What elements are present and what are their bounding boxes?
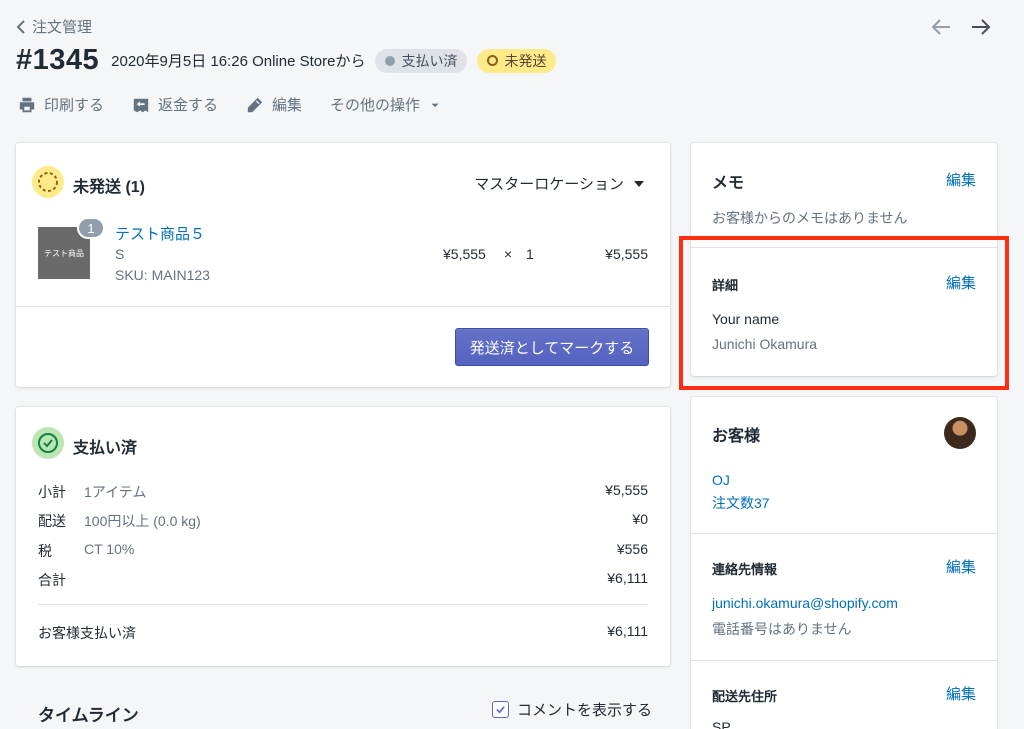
edit-button[interactable]: 編集 (246, 94, 302, 115)
summary-value: ¥6,111 (607, 570, 648, 586)
times-sign: × (504, 246, 513, 262)
payment-card: 支払い済 小計 1アイテム ¥5,555 配送 100円以上 (0.0 kg) … (16, 407, 670, 666)
summary-desc: 100円以上 (0.0 kg) (84, 513, 201, 529)
caret-down-icon (634, 180, 644, 187)
customer-name-link[interactable]: OJ (712, 472, 730, 488)
shipping-edit-link[interactable]: 編集 (946, 683, 976, 704)
line-total: ¥5,555 (605, 246, 648, 262)
contact-title: 連絡先情報 (712, 562, 778, 577)
location-select[interactable]: マスターロケーション (474, 173, 644, 194)
customer-card: お客様 OJ 注文数37 連絡先情報 編集 junichi.okamura@sh… (691, 397, 997, 729)
memo-title: メモ (712, 175, 745, 192)
summary-label: 配送 (38, 513, 66, 529)
more-actions-button[interactable]: その他の操作 (330, 94, 442, 115)
badge-label: 支払い済 (401, 52, 458, 69)
ring-icon (487, 55, 499, 66)
dot-icon (385, 55, 396, 66)
order-pagination (930, 16, 992, 38)
memo-edit-link[interactable]: 編集 (946, 169, 976, 190)
status-badge-unfulfilled: 未発送 (477, 48, 557, 73)
show-comments-label: コメントを表示する (517, 702, 653, 719)
divider (16, 306, 670, 307)
badge-label: 未発送 (504, 52, 547, 69)
product-variant: S (115, 246, 125, 262)
summary-label: 合計 (38, 572, 66, 588)
summary-value: ¥556 (616, 541, 648, 557)
divider (691, 660, 997, 661)
refund-button[interactable]: 返金する (132, 94, 218, 115)
pencil-icon (247, 97, 263, 112)
breadcrumb-label: 注文管理 (32, 19, 93, 36)
memo-empty-text: お客様からのメモはありません (712, 210, 908, 226)
thumbnail-text: テスト商品 (44, 248, 84, 258)
summary-desc: 1アイテム (84, 484, 147, 500)
payment-title: 支払い済 (73, 440, 138, 457)
customer-paid-label: お客様支払い済 (38, 625, 136, 641)
location-label: マスターロケーション (474, 176, 624, 193)
customer-title: お客様 (712, 428, 761, 445)
more-actions-label: その他の操作 (330, 97, 421, 114)
divider (691, 533, 997, 534)
arrow-left-icon[interactable] (930, 16, 952, 38)
order-title-row: #1345 2020年9月5日 16:26 Online Storeから 支払い… (16, 44, 557, 77)
print-label: 印刷する (44, 97, 105, 114)
breadcrumb[interactable]: 注文管理 (16, 16, 92, 37)
customer-orders-link[interactable]: 注文数37 (712, 493, 770, 513)
order-meta: 2020年9月5日 16:26 Online Storeから (111, 53, 366, 70)
customer-email-link[interactable]: junichi.okamura@shopify.com (712, 595, 898, 611)
printer-icon (19, 97, 35, 112)
contact-edit-link[interactable]: 編集 (946, 556, 976, 577)
line-quantity: 1 (526, 246, 534, 262)
order-number: #1345 (16, 44, 100, 76)
divider (38, 604, 648, 605)
summary-value: ¥5,555 (605, 482, 648, 498)
edit-label: 編集 (272, 97, 303, 114)
unfulfilled-title: 未発送 (1) (73, 179, 146, 196)
product-link[interactable]: テスト商品５ (115, 223, 205, 244)
chevron-left-icon (16, 19, 25, 34)
customer-paid-value: ¥6,111 (607, 623, 648, 639)
print-button[interactable]: 印刷する (18, 94, 104, 115)
quantity-badge: 1 (77, 217, 105, 239)
paid-status-icon (32, 427, 64, 459)
avatar[interactable] (944, 417, 976, 449)
timeline-title: タイムライン (38, 706, 139, 725)
mark-as-fulfilled-button[interactable]: 発送済としてマークする (455, 328, 649, 366)
shipping-title: 配送先住所 (712, 689, 778, 704)
unit-price: ¥5,555 (443, 246, 486, 262)
summary-value: ¥0 (632, 511, 648, 527)
status-badge-paid: 支払い済 (375, 48, 468, 73)
summary-desc: CT 10% (84, 541, 135, 557)
refund-icon (133, 98, 149, 112)
summary-label: 税 (38, 543, 52, 559)
unfulfilled-status-icon (32, 166, 64, 198)
product-sku: SKU: MAIN123 (115, 267, 210, 283)
arrow-right-icon[interactable] (970, 16, 992, 38)
shipping-address-line: SP (712, 719, 731, 729)
summary-label: 小計 (38, 484, 66, 500)
show-comments-checkbox[interactable]: コメントを表示する (492, 699, 652, 720)
customer-phone: 電話番号はありません (712, 621, 852, 637)
caret-down-icon (431, 103, 439, 107)
checkbox-checked-icon[interactable] (492, 701, 509, 718)
unfulfilled-card: 未発送 (1) マスターロケーション テスト商品 1 テスト商品５ S SKU:… (16, 143, 670, 387)
order-actions: 印刷する 返金する 編集 その他の操作 (18, 94, 442, 115)
refund-label: 返金する (158, 97, 219, 114)
highlight-box (679, 236, 1009, 390)
